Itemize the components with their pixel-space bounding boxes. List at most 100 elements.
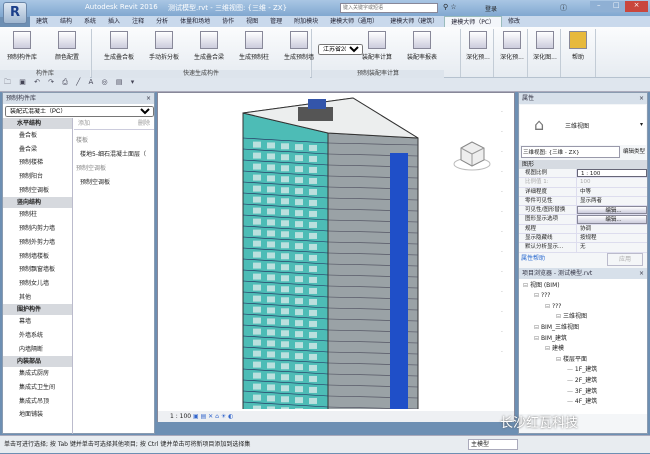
tab-3[interactable]: 插入: [102, 16, 126, 27]
tab-4[interactable]: 注释: [126, 16, 150, 27]
add-button[interactable]: 添加: [78, 120, 90, 127]
tab-9[interactable]: 管理: [264, 16, 288, 27]
tree-node[interactable]: ⊟ 楼层平面: [519, 355, 647, 366]
category-item[interactable]: 叠合梁: [3, 143, 72, 157]
edit-type-button[interactable]: 编辑类型: [620, 146, 645, 158]
property-value[interactable]: 编辑...: [577, 206, 647, 214]
properties-help-link[interactable]: 属性帮助: [521, 255, 545, 262]
ribbon-button-7[interactable]: 装配率计算: [355, 31, 399, 61]
ribbon-button-4[interactable]: 生成叠合梁: [187, 31, 231, 61]
category-item[interactable]: 叠合板: [3, 129, 72, 143]
content-item[interactable]: 预制空调板: [76, 176, 152, 190]
library-type-select[interactable]: 装配式混凝土（PC）: [5, 106, 154, 117]
tab-13[interactable]: 建模大师（PC）: [444, 16, 502, 27]
category-item[interactable]: 集成式吊顶: [3, 395, 72, 409]
maximize-button[interactable]: □: [608, 1, 626, 12]
category-item[interactable]: 地面铺装: [3, 408, 72, 422]
apply-button[interactable]: 应用: [607, 253, 643, 266]
tab-2[interactable]: 系统: [78, 16, 102, 27]
close-icon[interactable]: ×: [639, 268, 647, 279]
category-item[interactable]: 集成式卫生间: [3, 381, 72, 395]
category-item[interactable]: 预制飘窗墙板: [3, 263, 72, 277]
tab-10[interactable]: 附加模块: [288, 16, 324, 27]
category-item[interactable]: 预制内剪力墙: [3, 222, 72, 236]
tab-5[interactable]: 分析: [150, 16, 174, 27]
category-item[interactable]: 内墙隔断: [3, 343, 72, 357]
close-button[interactable]: ×: [625, 1, 648, 12]
close-icon[interactable]: ×: [146, 93, 154, 104]
navigation-bar[interactable]: ·············: [501, 103, 509, 403]
ribbon-button-12[interactable]: 帮助: [562, 31, 594, 61]
property-value[interactable]: 编辑...: [577, 215, 647, 223]
tree-node[interactable]: — 1F_建筑: [519, 365, 647, 376]
property-value[interactable]: 中等: [577, 188, 647, 196]
ribbon-button-6[interactable]: 生成预制墙: [277, 31, 321, 61]
search-binoculars-icon[interactable]: ⚲ ☆: [443, 3, 457, 11]
sign-in-button[interactable]: 登录: [485, 4, 497, 13]
tree-node[interactable]: — 3F_建筑: [519, 387, 647, 398]
quick-access-icons[interactable]: 🗀 ▣ ↶ ↷ ⎙ ╱ A ◎ ▤ ▾: [0, 78, 137, 86]
3d-view-canvas[interactable]: ············· 1 : 100 ▣ ▤ ✕ ⌂ ☀ ◐: [157, 92, 515, 422]
category-header[interactable]: 水平结构: [3, 118, 72, 129]
category-item[interactable]: 预制柱: [3, 208, 72, 222]
category-item[interactable]: 外墙系统: [3, 329, 72, 343]
tab-7[interactable]: 协作: [216, 16, 240, 27]
view-instance-select[interactable]: 三维视图: {三维 - ZX}: [521, 146, 620, 158]
category-item[interactable]: 预制外剪力墙: [3, 236, 72, 250]
ribbon-button-3[interactable]: 手动拆分板: [142, 31, 186, 61]
help-search-input[interactable]: [340, 3, 438, 13]
close-icon[interactable]: ×: [639, 93, 647, 104]
tree-node[interactable]: ⊟ BIM_建筑: [519, 334, 647, 345]
category-item[interactable]: 幕墙: [3, 315, 72, 329]
tree-node[interactable]: ⊟ 三维视图: [519, 312, 647, 323]
tree-node[interactable]: — 4F_建筑: [519, 397, 647, 408]
property-value[interactable]: 显示两者: [577, 197, 647, 205]
tree-node[interactable]: — 2F_建筑: [519, 376, 647, 387]
ribbon-button-9[interactable]: 深化预...: [462, 31, 494, 61]
ribbon-button-0[interactable]: 预制构件库: [0, 31, 44, 61]
application-menu-button[interactable]: R: [3, 2, 27, 24]
category-item[interactable]: 集成式厨房: [3, 367, 72, 381]
property-value[interactable]: 按规程: [577, 234, 647, 242]
tab-14[interactable]: 修改: [502, 16, 526, 27]
tab-12[interactable]: 建模大师（建筑）: [384, 16, 444, 27]
category-item[interactable]: 预制楼梯: [3, 156, 72, 170]
tab-1[interactable]: 结构: [54, 16, 78, 27]
viewcube[interactable]: [453, 138, 491, 172]
category-header[interactable]: 围护构件: [3, 304, 72, 315]
minimize-button[interactable]: –: [590, 1, 608, 12]
delete-button[interactable]: 删除: [138, 118, 154, 130]
property-value[interactable]: 100: [577, 178, 647, 186]
ribbon-button-10[interactable]: 深化预...: [496, 31, 528, 61]
content-item[interactable]: 楼地5-细石混凝土面层（: [76, 148, 152, 162]
ribbon-button-11[interactable]: 深化图...: [529, 31, 561, 61]
category-header[interactable]: 内装部品: [3, 356, 72, 367]
category-item[interactable]: 其他: [3, 291, 72, 305]
property-value[interactable]: 1 : 100: [577, 169, 647, 177]
help-icon[interactable]: ⓘ: [560, 3, 567, 13]
category-header[interactable]: 竖向结构: [3, 197, 72, 208]
view-control-icons[interactable]: ▣ ▤ ✕ ⌂ ☀ ◐: [193, 413, 233, 420]
tree-node[interactable]: ⊟ ???: [519, 302, 647, 313]
ribbon-button-8[interactable]: 装配率报表: [400, 31, 444, 61]
ribbon-button-5[interactable]: 生成预制柱: [232, 31, 276, 61]
category-item[interactable]: 预制空调板: [3, 184, 72, 198]
ribbon-button-2[interactable]: 生成叠合板: [97, 31, 141, 61]
property-value[interactable]: 无: [577, 243, 647, 251]
tab-0[interactable]: 建筑: [30, 16, 54, 27]
category-item[interactable]: 预制墙楼板: [3, 250, 72, 264]
tree-node[interactable]: ⊟ ???: [519, 291, 647, 302]
category-item[interactable]: 预制阳台: [3, 170, 72, 184]
category-item[interactable]: 预制女儿墙: [3, 277, 72, 291]
ribbon-button-1[interactable]: 颜色配置: [45, 31, 89, 61]
tab-6[interactable]: 体量和场地: [174, 16, 216, 27]
tree-node[interactable]: ⊟ 建模: [519, 344, 647, 355]
tab-11[interactable]: 建模大师（通用）: [324, 16, 384, 27]
active-model-select[interactable]: 主模型: [468, 439, 518, 450]
tree-node[interactable]: ⊟ BIM_三维视图: [519, 323, 647, 334]
view-scale[interactable]: 1 : 100: [170, 413, 191, 420]
type-selector[interactable]: ⌂ 三维视图 ▾: [520, 105, 646, 145]
property-value[interactable]: 协调: [577, 225, 647, 233]
tab-8[interactable]: 视图: [240, 16, 264, 27]
tree-node[interactable]: ⊟ 视图 (BIM): [519, 281, 647, 292]
